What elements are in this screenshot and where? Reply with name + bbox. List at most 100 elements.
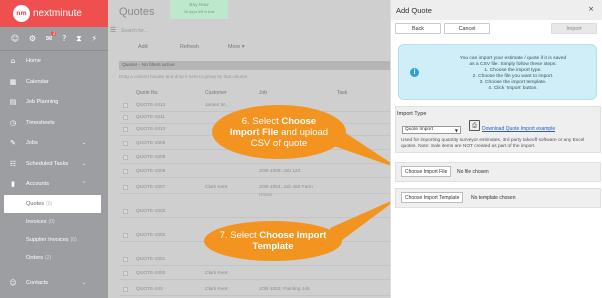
- sidebar-subitem-quotes[interactable]: Quotes (0): [4, 194, 101, 213]
- job-cell: JOB-1008: Job 123: [259, 169, 301, 174]
- row-checkbox[interactable]: [123, 127, 128, 132]
- sidebar-item-label: Accounts: [26, 181, 50, 188]
- accounts-icon: ▮: [11, 180, 15, 189]
- quote-number-cell[interactable]: QUOTE-1008: [136, 169, 165, 174]
- import-type-select[interactable]: Quote Import ▼: [402, 126, 461, 134]
- sidebar-item-home[interactable]: ⌂ Home: [0, 51, 108, 72]
- buy-now-button[interactable]: Buy Now 45 days left in trial: [170, 0, 228, 19]
- quote-number-cell[interactable]: QUOTE-1012: [136, 103, 165, 108]
- import-type-value: Quote Import: [405, 127, 433, 132]
- gear-icon[interactable]: ⚙: [29, 34, 36, 43]
- table-row[interactable]: QUOTE-103 Clark Kent JOB-1002: Painting Jo…: [119, 284, 390, 296]
- contacts-icon: ☺: [9, 279, 17, 288]
- wrench-icon: ✎: [10, 139, 16, 148]
- sidebar-icon-row: ☺ ⚙ ✉ 2 ? ⧗ ⚡: [0, 27, 108, 51]
- row-checkbox[interactable]: [123, 209, 128, 214]
- callout-step-7: 7. Select Choose Import Template: [204, 221, 342, 261]
- hourglass-icon[interactable]: ⧗: [76, 34, 82, 44]
- download-example-link[interactable]: Download Quote Import example: [482, 126, 555, 132]
- cancel-button[interactable]: Cancel: [444, 23, 490, 34]
- row-checkbox[interactable]: [123, 169, 128, 174]
- sidebar-subitem-supplier-invoices[interactable]: Supplier Invoices (0): [0, 231, 108, 249]
- quote-number-cell[interactable]: QUOTE-1000: [136, 271, 165, 276]
- bolt-icon[interactable]: ⚡: [91, 34, 97, 43]
- menu-icon[interactable]: ☰: [110, 26, 116, 34]
- back-button[interactable]: Back: [395, 23, 441, 34]
- sidebar-item-label: Job Planning: [26, 99, 59, 106]
- callout-step-6: 6. Select Choose Import File and upload …: [212, 105, 346, 159]
- table-row[interactable]: QUOTE-1007 Clark Kent JOB-1004: Job 450 Fa…: [119, 182, 390, 197]
- mail-icon[interactable]: ✉ 2: [46, 31, 57, 43]
- info-text: You can import your estimate / quote if …: [433, 56, 593, 91]
- chevron-down-icon: ▼: [454, 128, 458, 133]
- home-icon: ⌂: [10, 57, 16, 66]
- row-checkbox[interactable]: [123, 103, 128, 108]
- clock-icon: ◷: [9, 118, 17, 127]
- import-button[interactable]: Import: [551, 23, 597, 34]
- toolbar: Add Refresh More ▾: [108, 40, 390, 55]
- choose-import-template-button[interactable]: Choose Import Template: [401, 192, 464, 203]
- quote-number-cell[interactable]: QUOTE-1010: [136, 127, 165, 132]
- chevron-down-icon: ⌄: [81, 140, 86, 147]
- quote-number-cell[interactable]: QUOTE-1003: [136, 209, 165, 214]
- sidebar-item-jobs[interactable]: ✎ Jobs ⌄: [0, 133, 108, 154]
- quote-number-cell[interactable]: QUOTE-1011: [136, 115, 165, 120]
- sidebar-item-label: Jobs: [26, 140, 38, 147]
- quote-number-cell[interactable]: QUOTE-1008: [136, 155, 165, 160]
- row-checkbox[interactable]: [123, 257, 128, 262]
- download-file-icon[interactable]: ⎙: [469, 120, 480, 131]
- sidebar-item-scheduled-tasks[interactable]: ☷ Scheduled Tasks ⌄: [0, 154, 108, 175]
- import-type-description: Used for importing quantity surveyor est…: [401, 138, 585, 149]
- search-input[interactable]: Search for...: [121, 28, 148, 34]
- chevron-up-icon: ⌃: [81, 181, 86, 188]
- panel-title: Add Quote: [396, 5, 432, 15]
- sidebar-subitem-count: (0): [46, 200, 53, 207]
- sidebar-subitem-count: (2): [45, 254, 52, 261]
- help-icon[interactable]: ?: [62, 34, 66, 43]
- quote-number-cell[interactable]: QUOTE-1001: [136, 257, 165, 262]
- callout-6-prefix: 6. Select: [241, 115, 282, 127]
- sidebar-subitem-orders[interactable]: Orders (2): [0, 249, 108, 267]
- table-row[interactable]: QUOTE-1008 JOB-1008: Job 123: [119, 166, 390, 178]
- quote-number-cell[interactable]: QUOTE-1009: [136, 141, 165, 146]
- column-header-customer[interactable]: Customer: [205, 90, 227, 96]
- more-button[interactable]: More ▾: [228, 44, 245, 50]
- chevron-down-icon: ⌄: [81, 280, 86, 287]
- customer-cell: Clark Kent: [205, 185, 228, 190]
- sidebar-subitem-label: Supplier Invoices: [26, 236, 69, 243]
- sidebar-subitem-invoices[interactable]: Invoices (0): [0, 213, 108, 231]
- close-icon[interactable]: ×: [588, 5, 594, 13]
- add-button[interactable]: Add: [138, 44, 148, 50]
- table-row[interactable]: QUOTE-1003: [119, 206, 390, 218]
- sidebar-item-job-planning[interactable]: ▤ Job Planning: [0, 92, 108, 113]
- column-header-quote-no[interactable]: Quote No.: [136, 90, 159, 96]
- sidebar-item-contacts[interactable]: ☺ Contacts ⌄: [0, 273, 108, 294]
- info-box: i You can import your estimate / quote i…: [398, 44, 597, 100]
- customer-cell: Clark Kent: [205, 287, 228, 292]
- sidebar-item-calendar[interactable]: ▦ Calendar: [0, 72, 108, 93]
- sidebar-item-label: Contacts: [26, 280, 49, 287]
- column-header-task[interactable]: Task: [337, 90, 347, 96]
- quote-number-cell[interactable]: QUOTE-1002: [136, 233, 165, 238]
- column-header-job[interactable]: Job: [259, 90, 267, 96]
- sidebar-item-accounts[interactable]: ▮ Accounts ⌃: [0, 174, 108, 195]
- user-icon[interactable]: ☺: [11, 34, 19, 43]
- row-checkbox[interactable]: [123, 141, 128, 146]
- refresh-button[interactable]: Refresh: [180, 44, 199, 50]
- quote-number-cell[interactable]: QUOTE-103: [136, 287, 163, 292]
- row-checkbox[interactable]: [123, 115, 128, 120]
- logo[interactable]: nm nextminute: [0, 0, 108, 27]
- quote-number-cell[interactable]: QUOTE-1007: [136, 185, 165, 190]
- row-checkbox[interactable]: [123, 155, 128, 160]
- choose-import-file-button[interactable]: Choose Import File: [401, 166, 452, 177]
- row-checkbox[interactable]: [123, 271, 128, 276]
- calendar-icon: ▦: [9, 77, 17, 86]
- sidebar-subitem-label: Invoices: [26, 218, 47, 225]
- import-type-label: Import Type: [397, 111, 427, 117]
- group-hint: Drag a column header and drop it here to…: [119, 74, 248, 79]
- row-checkbox[interactable]: [123, 185, 128, 190]
- sidebar-item-timesheets[interactable]: ◷ Timesheets: [0, 113, 108, 134]
- row-checkbox[interactable]: [123, 233, 128, 238]
- table-row[interactable]: QUOTE-1000 Clark Kent: [119, 268, 390, 280]
- row-checkbox[interactable]: [123, 287, 128, 292]
